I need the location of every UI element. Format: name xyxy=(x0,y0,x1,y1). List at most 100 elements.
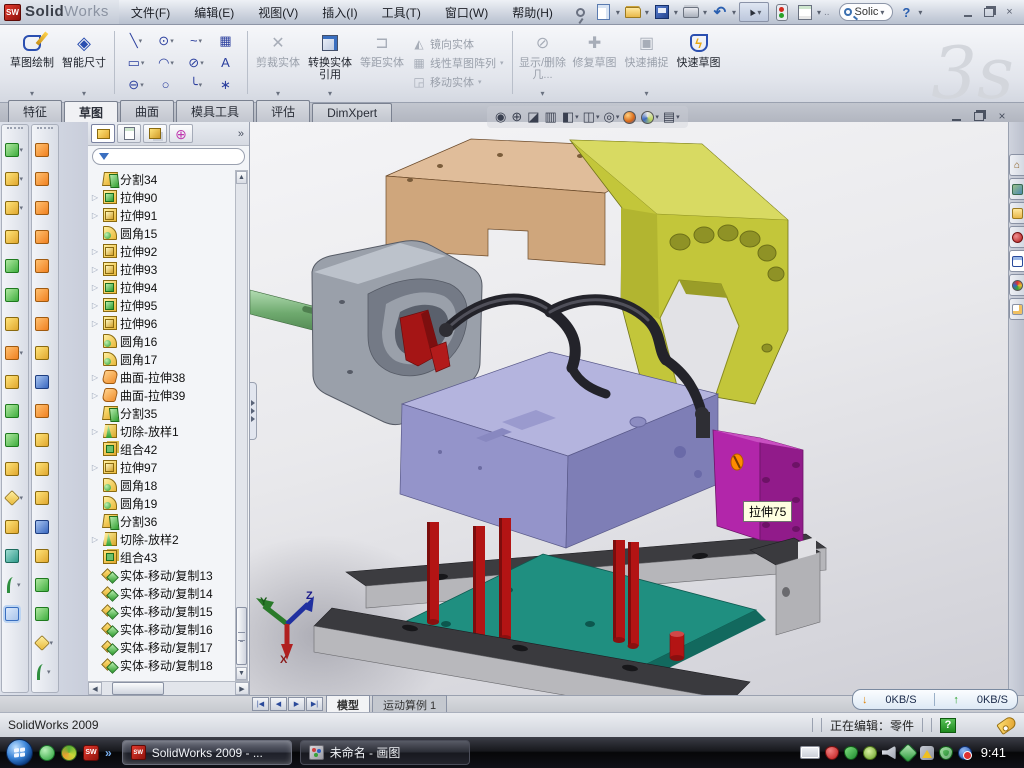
toolbar-button[interactable] xyxy=(32,135,58,164)
sketch-entity-dropdown[interactable]: ▾ xyxy=(141,59,145,67)
command-dropdown[interactable]: ▾ xyxy=(30,89,34,98)
toolbar-button[interactable] xyxy=(32,570,58,599)
start-button[interactable] xyxy=(6,739,33,766)
view-tool-button[interactable]: ◉ xyxy=(495,109,507,125)
tray-icon[interactable] xyxy=(863,746,877,760)
view-tool-dropdown[interactable]: ▾ xyxy=(676,113,680,121)
view-tool-button[interactable]: ⊕ xyxy=(511,109,523,125)
doc-close-button[interactable]: × xyxy=(994,109,1010,123)
tree-item[interactable]: 圆角17 xyxy=(90,350,249,368)
toolbar-button[interactable] xyxy=(32,483,58,512)
help-icon[interactable]: ? xyxy=(896,2,916,22)
tree-item[interactable]: ▷ 拉伸92 xyxy=(90,242,249,260)
tab-nav-button[interactable]: |◀ xyxy=(252,697,269,711)
doc-minimize-button[interactable] xyxy=(948,109,964,123)
quick-tips-icon[interactable]: ? xyxy=(940,718,956,733)
tree-item[interactable]: 分割36 xyxy=(90,512,249,530)
command-dropdown[interactable]: ▾ xyxy=(541,89,545,98)
tree-item[interactable]: ▷ 曲面-拉伸39 xyxy=(90,386,249,404)
expand-arrow[interactable]: ▷ xyxy=(90,301,100,310)
tree-item[interactable]: 实体-移动/复制17 xyxy=(90,638,249,656)
view-tool-button[interactable]: ▥ xyxy=(545,109,558,125)
expand-arrow[interactable]: ▷ xyxy=(90,265,100,274)
tree-item[interactable]: 实体-移动/复制14 xyxy=(90,584,249,602)
ribbon-tab[interactable]: 草图 xyxy=(64,101,118,123)
tree-item[interactable]: ▷ 拉伸97 xyxy=(90,458,249,476)
view-tool-button[interactable]: ▤ ▾ xyxy=(663,109,680,125)
sketch-entity-dropdown[interactable]: ▾ xyxy=(199,81,203,89)
toolbar-button[interactable] xyxy=(2,309,28,338)
tool-dropdown[interactable]: ▾ xyxy=(50,639,56,647)
options-icon[interactable] xyxy=(795,2,815,22)
tool-dropdown[interactable]: ▾ xyxy=(20,349,26,357)
scrollbar-thumb[interactable] xyxy=(236,607,247,665)
scroll-right-icon[interactable]: ▶ xyxy=(235,682,249,695)
scroll-left-icon[interactable]: ◀ xyxy=(88,682,102,695)
document-tab[interactable]: 运动算例 1 xyxy=(372,695,447,714)
sketch-entity-dropdown[interactable]: ▾ xyxy=(140,81,144,89)
appearances-tab[interactable] xyxy=(1009,274,1024,296)
sketch-entity-dropdown[interactable]: ▾ xyxy=(170,37,174,45)
search-box[interactable]: Solic ▾ xyxy=(839,3,894,21)
view-tool-button[interactable]: ◪ xyxy=(527,109,540,125)
tree-item[interactable]: ▷ 拉伸93 xyxy=(90,260,249,278)
toolbar-button[interactable] xyxy=(2,541,28,570)
tray-icon[interactable] xyxy=(825,746,839,760)
toolbar-button[interactable] xyxy=(32,599,58,628)
expand-arrow[interactable]: ▷ xyxy=(90,391,100,400)
expand-arrow[interactable]: ▷ xyxy=(90,247,100,256)
document-tab[interactable]: 模型 xyxy=(326,695,370,714)
command-dropdown[interactable]: ▾ xyxy=(276,89,280,98)
save-dropdown[interactable]: ▾ xyxy=(674,8,678,17)
tag-icon[interactable] xyxy=(996,715,1018,735)
home-tab[interactable]: ⌂ xyxy=(1009,154,1024,176)
restore-button[interactable] xyxy=(980,5,997,20)
menu-item[interactable]: 帮助(H) xyxy=(500,0,565,24)
toolbar-button[interactable] xyxy=(2,222,28,251)
sketch-entity-button[interactable]: ○ xyxy=(151,74,181,96)
sketch-entity-dropdown[interactable]: ▾ xyxy=(170,59,174,67)
tree-item[interactable]: 组合43 xyxy=(90,548,249,566)
tree-item[interactable]: 实体-移动/复制15 xyxy=(90,602,249,620)
view-tool-button[interactable]: ◫ ▾ xyxy=(583,109,600,125)
toolbar-button[interactable]: ▾ xyxy=(32,628,58,657)
toolbar-button[interactable]: ▾ xyxy=(2,193,28,222)
view-tool-dropdown[interactable]: ▾ xyxy=(655,113,659,121)
command-button[interactable]: ▣ 快速捕捉 ▾ xyxy=(621,27,673,98)
command-dropdown[interactable]: ▾ xyxy=(328,89,332,98)
sketch-entity-button[interactable]: ⊖ ▾ xyxy=(121,74,151,96)
toolbar-button[interactable] xyxy=(2,280,28,309)
tab-nav-button[interactable]: ◀ xyxy=(270,697,287,711)
command-button[interactable]: ✕ 剪裁实体 ▾ xyxy=(252,27,304,98)
view-palette-tab[interactable] xyxy=(1009,250,1024,272)
sketch-entity-button[interactable]: A xyxy=(211,52,241,74)
close-button[interactable]: × xyxy=(1001,5,1018,20)
command-button[interactable]: ⊐ 等距实体 xyxy=(356,27,408,98)
expand-arrow[interactable]: ▷ xyxy=(90,283,100,292)
command-button[interactable]: ✚ 修复草图 xyxy=(569,27,621,98)
tree-item[interactable]: 分割34 xyxy=(90,170,249,188)
toolbar-button[interactable] xyxy=(2,599,28,628)
ribbon-tab[interactable]: 曲面 xyxy=(120,100,174,122)
command-button[interactable]: 草图绘制 ▾ xyxy=(6,27,58,98)
sketch-entity-button[interactable]: ⊙ ▾ xyxy=(151,30,181,52)
open-dropdown[interactable]: ▾ xyxy=(645,8,649,17)
sketch-entity-button[interactable]: ╲ ▾ xyxy=(121,30,151,52)
tree-item[interactable]: 圆角16 xyxy=(90,332,249,350)
design-library-tab[interactable] xyxy=(1009,178,1024,200)
tool-dropdown[interactable]: ▾ xyxy=(20,204,26,212)
sketch-entity-button[interactable]: ▦ xyxy=(211,30,241,52)
overflow-icon[interactable]: .. xyxy=(824,7,830,18)
expand-arrow[interactable]: ▷ xyxy=(90,463,100,472)
feature-manager-tab[interactable] xyxy=(91,124,115,143)
toolbar-button[interactable]: ▾ xyxy=(32,657,58,686)
open-icon[interactable] xyxy=(623,2,643,22)
command-button[interactable]: ▦ 线性草图阵列 ▾ xyxy=(412,55,504,71)
doc-restore-button[interactable] xyxy=(971,109,987,123)
save-icon[interactable] xyxy=(652,2,672,22)
tree-item[interactable]: ▷ 切除-放样2 xyxy=(90,530,249,548)
tab-nav-button[interactable]: ▶ xyxy=(288,697,305,711)
taskbar-window-button[interactable]: 未命名 - 画图 xyxy=(300,740,470,765)
toolbar-button[interactable] xyxy=(32,280,58,309)
tree-item[interactable]: 圆角15 xyxy=(90,224,249,242)
